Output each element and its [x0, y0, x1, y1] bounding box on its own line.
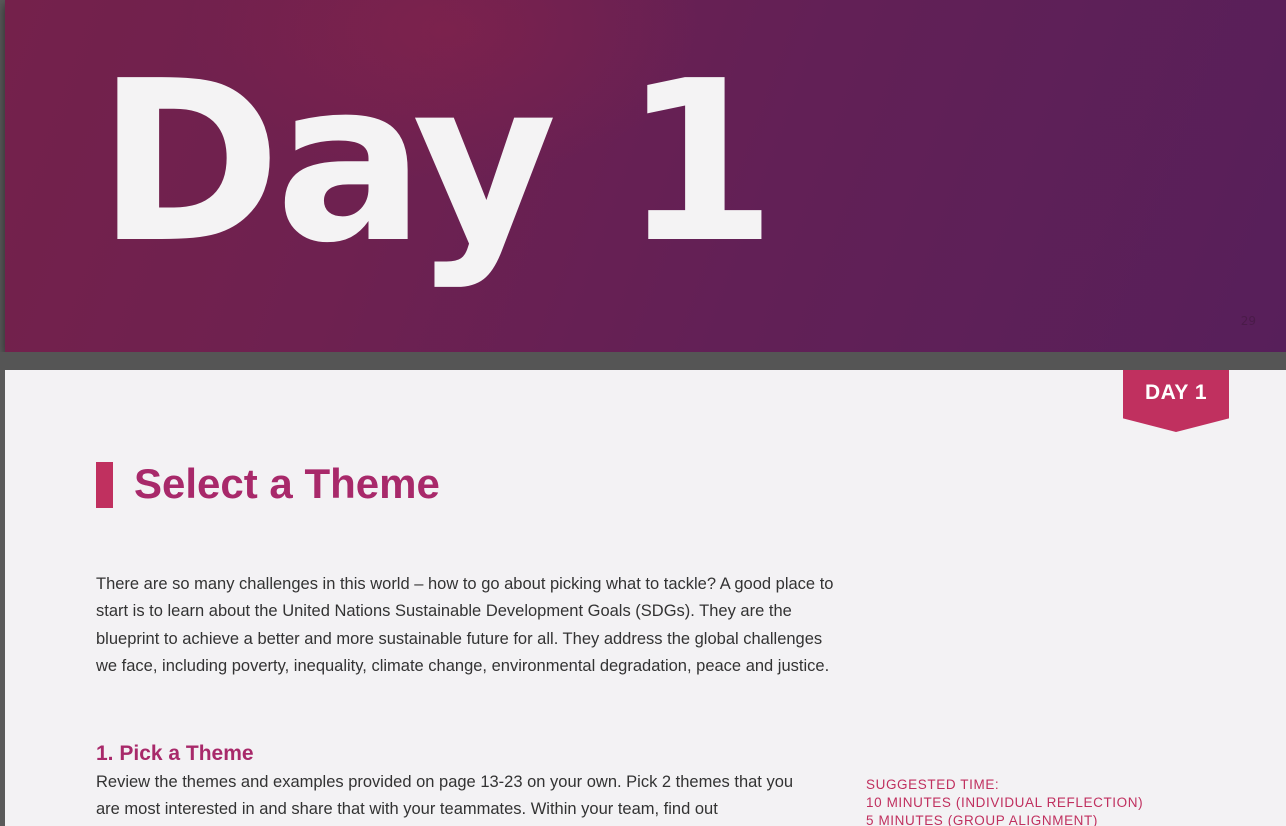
cover-title: Day 1	[97, 34, 777, 292]
section-title: Select a Theme	[134, 460, 440, 507]
page-separator	[0, 352, 1286, 370]
suggested-time-group: 5 MINUTES (GROUP ALIGNMENT)	[866, 813, 1098, 826]
day-ribbon: DAY 1	[1123, 370, 1229, 432]
step-paragraph: Review the themes and examples provided …	[96, 773, 794, 819]
step-heading: 1. Pick a Theme	[96, 742, 254, 765]
suggested-time-label: SUGGESTED TIME:	[866, 777, 1000, 792]
cover-page: Day 1 29	[5, 0, 1286, 352]
page-number: 29	[1240, 314, 1256, 328]
intro-paragraph: There are so many challenges in this wor…	[96, 575, 834, 676]
suggested-time: SUGGESTED TIME: 10 MINUTES (INDIVIDUAL R…	[866, 776, 1143, 826]
suggested-time-individual: 10 MINUTES (INDIVIDUAL REFLECTION)	[866, 795, 1144, 810]
content-page: DAY 1 Select a Theme There are so many c…	[5, 370, 1286, 826]
section-accent-bar	[96, 462, 113, 508]
document-viewer[interactable]: Day 1 29 DAY 1 Select a Theme There are …	[0, 0, 1286, 826]
